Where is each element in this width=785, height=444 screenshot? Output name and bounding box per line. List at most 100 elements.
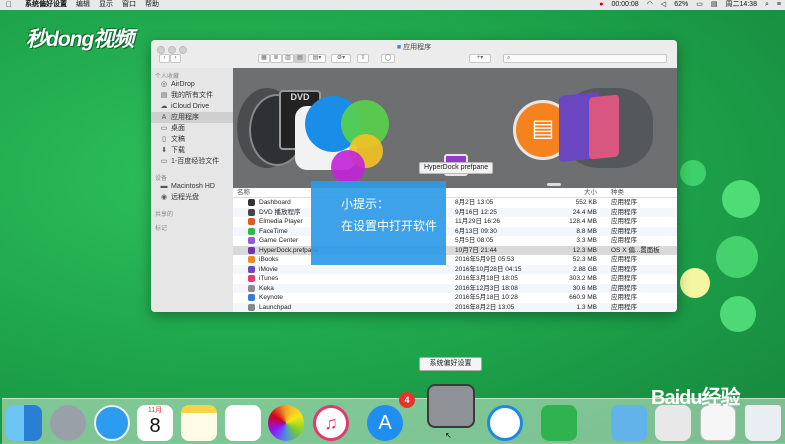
row-kind: 应用程序 xyxy=(611,303,637,311)
arrange-button[interactable]: ▤▾ xyxy=(308,54,326,63)
tags-button[interactable]: ◯ xyxy=(381,54,395,63)
row-date: 6月13日 09:30 xyxy=(455,227,497,235)
app-store-icon[interactable]: A xyxy=(367,405,403,441)
view-column-button[interactable]: ▥ xyxy=(282,54,294,63)
view-list-button[interactable]: ≣ xyxy=(270,54,282,63)
row-size: 3.3 MB xyxy=(576,237,597,244)
battery-percent[interactable]: 62% xyxy=(674,0,688,10)
row-kind: 应用程序 xyxy=(611,237,637,244)
sidebar: 个人收藏 ◎ AirDrop ▤ 我的所有文件 ☁ iCloud Drive A 应用程… xyxy=(151,68,233,312)
row-name: Launchpad xyxy=(259,303,292,311)
table-row[interactable]: HyperDock.prefpane 10月7日 21:44 12.3 MB OS X… xyxy=(233,245,677,255)
sidebar-item-baidu-folder[interactable]: ▭ 1-百度经验文件 xyxy=(151,156,233,167)
row-size: 128.4 MB xyxy=(569,218,597,225)
app-icon xyxy=(248,284,255,292)
sidebar-item-all-files[interactable]: ▤ 我的所有文件 xyxy=(151,90,233,101)
disk-icon: ▬ xyxy=(160,182,168,190)
row-size: 552 KB xyxy=(575,199,597,206)
volume-icon[interactable]: ◁ xyxy=(661,0,666,10)
sidebar-item-macintosh-hd[interactable]: ▬ Macintosh HD xyxy=(151,181,233,192)
downloads-folder-icon[interactable] xyxy=(611,405,647,441)
app-icon xyxy=(248,275,255,282)
wifi-icon[interactable]: ◠ xyxy=(647,0,653,10)
sidebar-item-airdrop[interactable]: ◎ AirDrop xyxy=(151,79,233,90)
table-row[interactable]: Launchpad 2016年8月2日 13:05 1.3 MB 应用程序 xyxy=(233,302,677,312)
row-size: 8.8 MB xyxy=(576,227,597,235)
menu-help[interactable]: 帮助 xyxy=(145,0,159,10)
view-icon-button[interactable]: ▦ xyxy=(258,54,270,63)
table-row[interactable]: iMovie 2016年10月28日 04:15 2.88 GB 应用程序 xyxy=(233,264,677,274)
sidebar-item-desktop[interactable]: ▭ 桌面 xyxy=(151,123,233,134)
system-preferences-icon[interactable] xyxy=(427,384,475,428)
column-size[interactable]: 大小 xyxy=(549,188,597,197)
sidebar-item-documents[interactable]: ▯ 文稿 xyxy=(151,134,233,145)
calendar-month: 11月 xyxy=(147,407,163,414)
menu-window[interactable]: 窗口 xyxy=(122,0,136,10)
trash-icon[interactable] xyxy=(745,405,781,441)
back-button[interactable]: ‹ xyxy=(159,54,170,63)
search-field[interactable]: ⌕ xyxy=(503,54,667,63)
table-row[interactable]: Elmedia Player 11月29日 16:26 128.4 MB 应用程序 xyxy=(233,217,677,227)
app-icon xyxy=(248,294,255,301)
row-date: 2016年10月28日 04:15 xyxy=(455,265,522,273)
reminders-icon[interactable] xyxy=(225,405,261,441)
action-gear-button[interactable]: ⚙▾ xyxy=(331,54,351,63)
forward-button[interactable]: › xyxy=(170,54,181,63)
row-name: Dashboard xyxy=(259,199,291,206)
table-row[interactable]: Game Center 5月5日 08:05 3.3 MB 应用程序 xyxy=(233,236,677,246)
menu-app-name[interactable]: 系统偏好设置 xyxy=(25,0,67,10)
row-kind: 应用程序 xyxy=(611,208,637,216)
row-name: iTunes xyxy=(259,275,279,282)
table-row[interactable]: DVD 播放程序 9月16日 12:25 24.4 MB 应用程序 xyxy=(233,207,677,217)
column-kind[interactable]: 种类 xyxy=(611,188,624,197)
table-row[interactable]: Keynote 2016年5月18日 10:28 660.9 MB 应用程序 xyxy=(233,293,677,303)
game-center-bubble-purple xyxy=(331,150,365,184)
safari-icon[interactable] xyxy=(94,405,130,441)
itunes-icon[interactable]: ♫ xyxy=(313,405,349,441)
sidebar-item-downloads[interactable]: ⬇ 下载 xyxy=(151,145,233,156)
sidebar-item-applications[interactable]: A 应用程序 xyxy=(151,112,233,123)
add-button[interactable]: +▾ xyxy=(469,54,491,63)
row-name: Elmedia Player xyxy=(259,218,303,225)
row-kind: 应用程序 xyxy=(611,256,637,263)
sidebar-item-remote-disc[interactable]: ◉ 远程光盘 xyxy=(151,192,233,203)
row-size: 660.9 MB xyxy=(569,294,597,301)
scroll-indicator[interactable] xyxy=(547,183,561,186)
calendar-day: 8 xyxy=(149,415,161,437)
photos-icon[interactable] xyxy=(268,405,304,441)
table-row[interactable]: FaceTime 6月13日 09:30 8.8 MB 应用程序 xyxy=(233,226,677,236)
view-coverflow-button[interactable]: ▤ xyxy=(294,54,306,63)
notes-icon[interactable] xyxy=(181,405,217,441)
launchpad-icon[interactable] xyxy=(50,405,86,441)
record-icon[interactable]: ● xyxy=(599,0,603,10)
app-icon xyxy=(248,227,255,235)
preview-icon[interactable] xyxy=(655,405,691,441)
notification-center-icon[interactable]: ≡ xyxy=(777,0,781,10)
menu-edit[interactable]: 编辑 xyxy=(76,0,90,10)
all-files-icon: ▤ xyxy=(160,91,168,99)
row-kind: 应用程序 xyxy=(611,199,637,206)
sidebar-item-icloud[interactable]: ☁ iCloud Drive xyxy=(151,101,233,112)
search-icon[interactable]: ⌕ xyxy=(765,0,769,10)
table-row[interactable]: iBooks 2016年5月9日 05:53 52.3 MB 应用程序 xyxy=(233,255,677,265)
column-name[interactable]: 名称 xyxy=(237,188,250,197)
table-row[interactable]: Keka 2016年12月3日 18:08 30.6 MB 应用程序 xyxy=(233,283,677,293)
table-row[interactable]: iTunes 2016年3月18日 18:05 303.2 MB 应用程序 xyxy=(233,274,677,284)
row-kind: 应用程序 xyxy=(611,218,637,225)
battery-icon[interactable]: ▭ xyxy=(696,0,703,10)
keka-icon[interactable] xyxy=(541,405,577,441)
facetime-icon[interactable] xyxy=(487,405,523,441)
document-icon[interactable] xyxy=(700,405,736,441)
share-button[interactable]: ⇧ xyxy=(357,54,369,63)
finder-icon[interactable] xyxy=(6,405,42,441)
itunes-cover-icon[interactable] xyxy=(589,94,619,160)
menubar-datetime[interactable]: 周二14:38 xyxy=(725,0,757,10)
row-size: 30.6 MB xyxy=(572,284,597,292)
recording-clock[interactable]: 00:00:08 xyxy=(611,0,638,10)
app-icon xyxy=(248,237,255,244)
table-row[interactable]: Dashboard 8月2日 13:05 552 KB 应用程序 xyxy=(233,198,677,208)
menu-view[interactable]: 显示 xyxy=(99,0,113,10)
apple-menu-icon[interactable]:  xyxy=(6,0,16,10)
calendar-icon[interactable]: 11月 8 xyxy=(137,405,173,441)
input-icon[interactable]: ▤ xyxy=(711,0,718,10)
